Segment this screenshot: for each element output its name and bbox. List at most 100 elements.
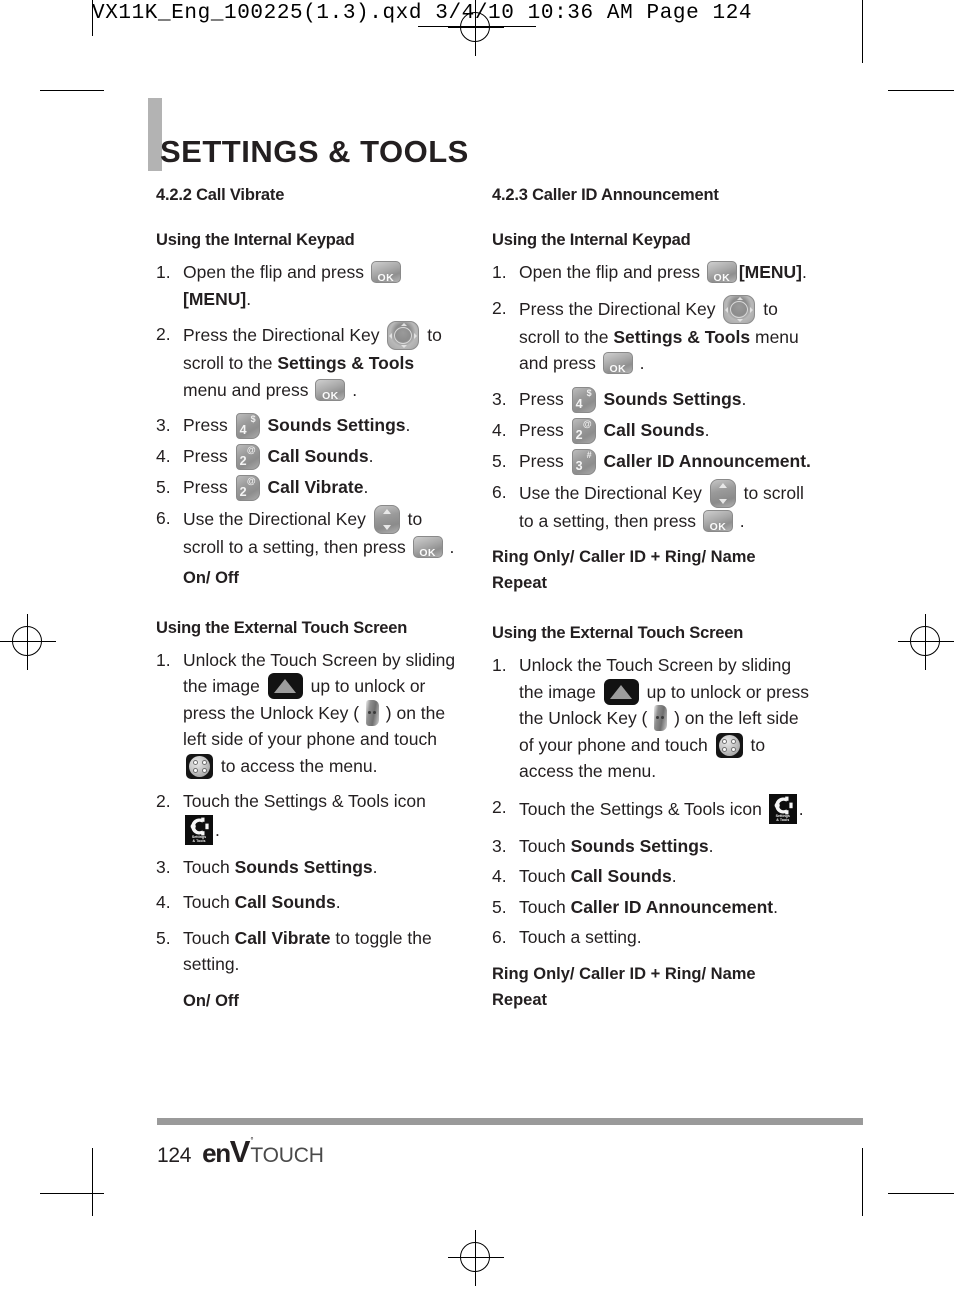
step-text: Press 4 $ Sounds Settings.	[183, 413, 411, 439]
keypad-key-4-icon: 4 $	[235, 413, 260, 439]
list-item: 5. Touch Caller ID Announcement.	[492, 894, 812, 921]
ok-key-icon: OK	[315, 378, 346, 402]
options-note-on-off-touch-left: On/ Off	[183, 991, 239, 1010]
brand-v: V	[229, 1134, 251, 1169]
step-number: 4.	[156, 892, 171, 912]
step-text: Press 2 @ Call Sounds.	[183, 444, 374, 470]
step-number: 2.	[492, 297, 507, 318]
brand-touch: TOUCH	[250, 1144, 324, 1167]
step-text: Press 2 @ Call Sounds.	[519, 417, 710, 444]
ok-key-icon: OK	[602, 352, 633, 375]
steps-internal-keypad-left: 1. Open the flip and press OK [MENU]. 2. …	[156, 259, 456, 561]
directional-key-updown-icon	[709, 478, 736, 508]
ok-key-icon: OK	[702, 509, 733, 533]
footer-divider	[157, 1118, 863, 1125]
subheading-external-touch-right: Using the External Touch Screen	[492, 624, 744, 642]
step-text: Press 3 # Caller ID Announcement.	[519, 448, 811, 475]
list-item: 1. Open the flip and press OK [MENU].	[492, 259, 812, 286]
keypad-key-4-icon: 4 $	[571, 386, 596, 413]
keypad-key-3-icon: 3 #	[571, 448, 596, 475]
section-heading-call-vibrate: 4.2.2 Call Vibrate	[156, 186, 285, 204]
step-text: Open the flip and press OK [MENU].	[183, 261, 403, 309]
menu-label: [MENU]	[183, 288, 247, 309]
unlock-slide-arrow-icon	[603, 678, 639, 705]
section-heading-caller-id-announcement: 4.2.3 Caller ID Announcement	[492, 186, 719, 204]
options-note-ring-touch-right: Ring Only/ Caller ID + Ring/ Name Repeat	[492, 964, 756, 1009]
step-text: Unlock the Touch Screen by sliding the i…	[183, 650, 455, 779]
step-number: 3.	[156, 415, 171, 435]
list-item: 5. Touch Call Vibrate to toggle the sett…	[156, 925, 456, 978]
step-number: 5.	[492, 896, 507, 917]
step-number: 3.	[156, 856, 171, 877]
step-text: Unlock the Touch Screen by sliding the i…	[519, 655, 810, 781]
step-number: 5.	[156, 927, 171, 948]
step-text: Touch Caller ID Announcement.	[519, 896, 779, 917]
step-number: 1.	[156, 649, 171, 670]
keypad-key-2-icon: 2 @	[571, 417, 596, 444]
list-item: 6. Use the Directional Key to scroll to …	[492, 478, 812, 535]
ok-key-icon: OK	[370, 261, 401, 284]
step-number: 2.	[492, 796, 507, 817]
list-item: 5. Press 2 @ Call Vibrate.	[156, 474, 456, 501]
step-number: 6.	[492, 481, 507, 502]
directional-key-4way-icon	[723, 294, 756, 324]
list-item: 1. Open the flip and press OK [MENU].	[156, 259, 456, 312]
steps-external-touch-left: 1. Unlock the Touch Screen by sliding th…	[156, 647, 456, 978]
keypad-key-2-icon: 2 @	[235, 475, 260, 501]
step-text: Touch the Settings & Tools icon Settings…	[183, 791, 426, 845]
steps-external-touch-right: 1. Unlock the Touch Screen by sliding th…	[492, 652, 812, 951]
keypad-key-2-icon: 2 @	[235, 444, 260, 470]
step-text: Use the Directional Key to scroll to a s…	[519, 478, 804, 533]
list-item: 4. Touch Call Sounds.	[492, 863, 812, 890]
directional-key-updown-icon	[373, 505, 400, 534]
subheading-external-touch-left: Using the External Touch Screen	[156, 618, 408, 637]
step-text: Touch Call Vibrate to toggle the setting…	[183, 927, 432, 975]
step-text: Touch Sounds Settings.	[519, 835, 714, 856]
list-item: 2. Press the Directional Key to scroll t…	[492, 294, 812, 377]
step-text: Touch Sounds Settings.	[183, 856, 378, 877]
step-number: 2.	[156, 791, 171, 811]
list-item: 2. Press the Directional Key to scroll t…	[156, 321, 456, 403]
page-number: 124	[157, 1144, 192, 1167]
step-text: Open the flip and press OK [MENU].	[519, 261, 807, 284]
subheading-internal-keypad-left: Using the Internal Keypad	[156, 231, 355, 249]
step-text: Touch Call Sounds.	[519, 866, 677, 886]
step-number: 1.	[156, 262, 171, 282]
directional-key-4way-icon	[387, 321, 420, 350]
step-number: 5.	[492, 450, 507, 471]
step-text: Press 2 @ Call Vibrate.	[183, 475, 369, 501]
list-item: 4. Press 2 @ Call Sounds.	[156, 443, 456, 470]
list-item: 3. Touch Sounds Settings.	[492, 833, 812, 860]
step-number: 6.	[156, 508, 171, 528]
right-column: 4.2.3 Caller ID Announcement Using the I…	[492, 186, 812, 1013]
list-item: 4. Touch Call Sounds.	[156, 889, 456, 916]
list-item: 6. Touch a setting.	[492, 924, 812, 951]
steps-internal-keypad-right: 1. Open the flip and press OK [MENU]. 2. …	[492, 259, 812, 534]
step-text: Press 4 $ Sounds Settings.	[519, 386, 747, 413]
brand-trademark-mark: °	[250, 1136, 254, 1145]
list-item: 3. Press 4 $ Sounds Settings.	[492, 386, 812, 413]
page-title: SETTINGS & TOOLS	[160, 133, 469, 169]
list-item: 3. Press 4 $ Sounds Settings.	[156, 412, 456, 439]
step-number: 5.	[156, 477, 171, 497]
brand-logo-env-touch: enV ° TOUCH	[202, 1134, 324, 1170]
step-text: Touch a setting.	[519, 927, 642, 947]
subheading-internal-keypad-right: Using the Internal Keypad	[492, 231, 691, 249]
settings-and-tools-app-icon: Settings & Tools	[768, 793, 797, 824]
step-number: 4.	[492, 866, 507, 886]
list-item: 3. Touch Sounds Settings.	[156, 854, 456, 881]
menu-label: [MENU]	[738, 262, 802, 282]
menu-four-dots-icon	[186, 753, 213, 779]
step-text: Press the Directional Key to scroll to t…	[183, 321, 442, 402]
step-number: 3.	[492, 835, 507, 856]
menu-four-dots-icon	[715, 732, 743, 758]
settings-and-tools-app-icon: Settings & Tools	[185, 814, 213, 845]
step-number: 6.	[492, 927, 507, 947]
options-note-on-off-keypad-left: On/ Off	[183, 568, 239, 587]
list-item: 1. Unlock the Touch Screen by sliding th…	[492, 652, 812, 785]
page-footer: 124 enV ° TOUCH	[157, 1134, 324, 1170]
list-item: 4. Press 2 @ Call Sounds.	[492, 417, 812, 444]
unlock-hardware-key-icon	[365, 699, 379, 726]
list-item: 5. Press 3 # Caller ID Announcement.	[492, 448, 812, 475]
list-item: 2. Touch the Settings & Tools icon Setti…	[156, 788, 456, 845]
